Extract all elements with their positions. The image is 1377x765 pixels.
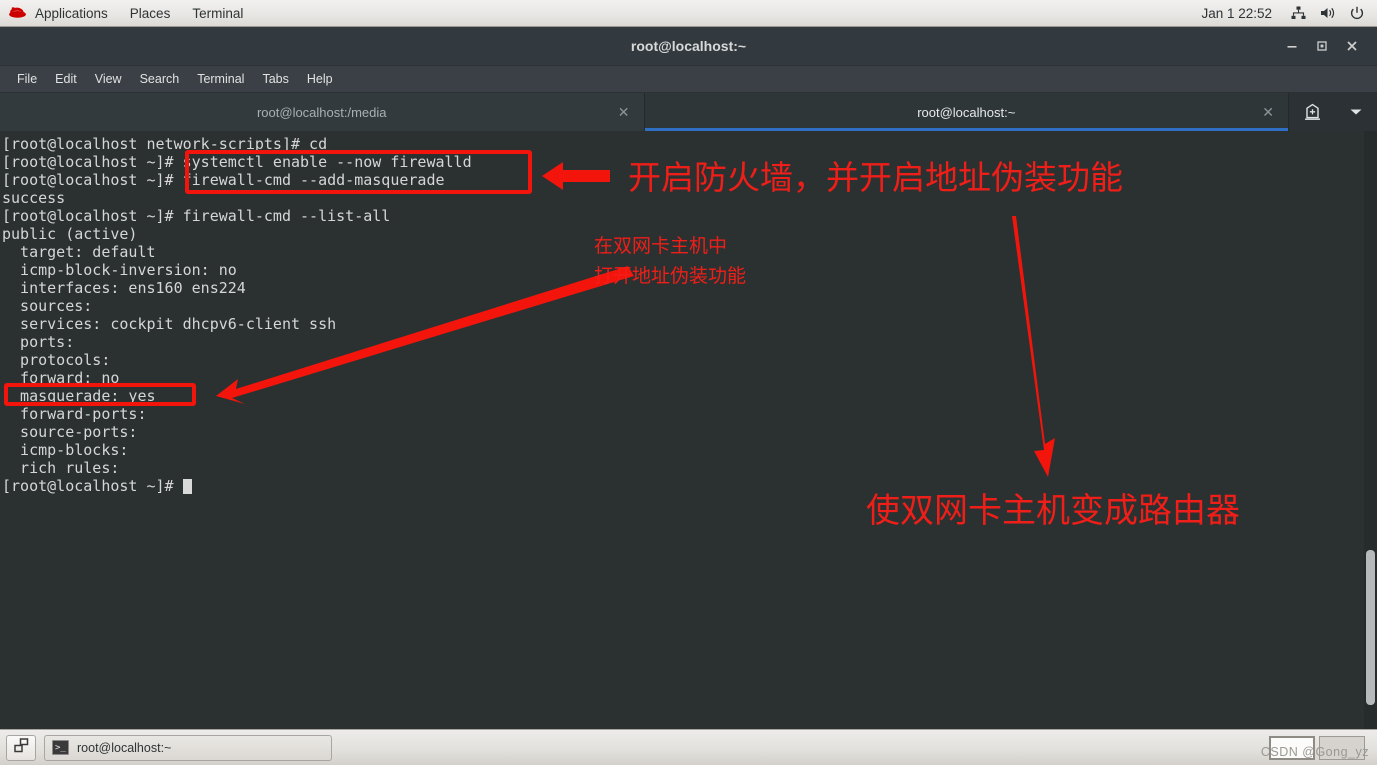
taskbar-window-label: root@localhost:~ (77, 740, 172, 755)
menu-view-label: View (94, 72, 122, 86)
taskbar: >_ root@localhost:~ (0, 729, 1377, 765)
network-icon[interactable] (1284, 0, 1313, 26)
terminal-line: forward: no (2, 369, 120, 387)
maximize-button[interactable] (1307, 31, 1337, 61)
menu-tabs[interactable]: Tabs (253, 66, 297, 92)
terminal-scrollbar-thumb[interactable] (1366, 550, 1375, 705)
menu-file-label: File (17, 72, 38, 86)
terminal-output-area[interactable]: [root@localhost network-scripts]# cd [roo… (0, 131, 1377, 729)
terminal-text: [root@localhost network-scripts]# cd [roo… (0, 131, 472, 495)
terminal-icon: >_ (52, 740, 69, 755)
desktop-screen: Applications Places Terminal Jan 1 22:52 (0, 0, 1377, 765)
terminal-line: [root@localhost ~]# firewall-cmd --add-m… (2, 171, 445, 189)
menu-help[interactable]: Help (298, 66, 342, 92)
terminal-line: [root@localhost network-scripts]# cd (2, 135, 328, 153)
tab-home-label: root@localhost:~ (917, 104, 1016, 120)
terminal-line: sources: (2, 297, 93, 315)
menu-edit-label: Edit (55, 72, 77, 86)
terminal-line: success (2, 189, 66, 207)
terminal-line: ports: (2, 333, 75, 351)
tab-media-close-icon[interactable]: ✕ (618, 105, 630, 119)
window-controls (1277, 27, 1377, 65)
places-menu-label: Places (129, 5, 171, 21)
terminal-app-menu-label: Terminal (192, 5, 244, 21)
minimize-button[interactable] (1277, 31, 1307, 61)
terminal-line: icmp-blocks: (2, 441, 129, 459)
watermark: CSDN @Gong_yz (1260, 745, 1369, 759)
menu-search[interactable]: Search (131, 66, 189, 92)
menu-bar: File Edit View Search Terminal Tabs Help (0, 66, 1377, 93)
applications-menu-label: Applications (35, 5, 108, 21)
power-icon[interactable] (1343, 0, 1371, 26)
show-desktop-button[interactable] (6, 734, 36, 761)
show-desktop-icon (13, 737, 30, 758)
window-title-bar[interactable]: root@localhost:~ (0, 27, 1377, 66)
terminal-line: interfaces: ens160 ens224 (2, 279, 246, 297)
menu-view[interactable]: View (86, 66, 131, 92)
taskbar-window-button[interactable]: >_ root@localhost:~ (44, 734, 332, 761)
menu-edit[interactable]: Edit (46, 66, 86, 92)
close-button[interactable] (1337, 31, 1367, 61)
terminal-scrollbar[interactable] (1364, 131, 1377, 729)
tab-home[interactable]: root@localhost:~ ✕ (644, 93, 1289, 131)
terminal-line: masquerade: yes (2, 387, 156, 405)
chevron-down-icon[interactable] (1349, 107, 1363, 117)
terminal-cursor (182, 479, 192, 494)
terminal-line: target: default (2, 243, 156, 261)
gnome-top-panel: Applications Places Terminal Jan 1 22:52 (0, 0, 1377, 27)
window-title: root@localhost:~ (630, 38, 747, 54)
terminal-line: rich rules: (2, 459, 120, 477)
menu-search-label: Search (139, 72, 180, 86)
terminal-app-menu[interactable]: Terminal (181, 0, 254, 26)
tab-media[interactable]: root@localhost:/media ✕ (0, 93, 645, 131)
applications-menu[interactable]: Applications (0, 0, 119, 26)
tab-media-label: root@localhost:/media (256, 104, 387, 120)
terminal-line: [root@localhost ~]# systemctl enable --n… (2, 153, 472, 171)
menu-help-label: Help (306, 72, 333, 86)
menu-terminal[interactable]: Terminal (188, 66, 253, 92)
top-panel-status-area: Jan 1 22:52 (1189, 0, 1377, 26)
redhat-logo-icon (8, 5, 27, 22)
menu-tabs-label: Tabs (262, 72, 289, 86)
tab-home-close-icon[interactable]: ✕ (1262, 105, 1274, 119)
terminal-line: forward-ports: (2, 405, 147, 423)
terminal-line: source-ports: (2, 423, 138, 441)
menu-file[interactable]: File (8, 66, 46, 92)
volume-icon[interactable] (1313, 0, 1343, 26)
clock[interactable]: Jan 1 22:52 (1189, 6, 1284, 21)
terminal-line: services: cockpit dhcpv6-client ssh (2, 315, 337, 333)
terminal-line: public (active) (2, 225, 138, 243)
tab-bar-tools (1289, 93, 1377, 131)
places-menu[interactable]: Places (119, 0, 182, 26)
tab-bar: root@localhost:/media ✕ root@localhost:~… (0, 93, 1377, 131)
terminal-line: [root@localhost ~]# firewall-cmd --list-… (2, 207, 391, 225)
menu-terminal-label: Terminal (197, 72, 245, 86)
terminal-line: icmp-block-inversion: no (2, 261, 237, 279)
terminal-line: protocols: (2, 351, 111, 369)
new-tab-icon[interactable] (1303, 103, 1322, 121)
terminal-prompt-line: [root@localhost ~]# (2, 477, 472, 495)
terminal-window: root@localhost:~ File Edit View Search T… (0, 27, 1377, 729)
top-panel-menus: Applications Places Terminal (0, 0, 254, 26)
